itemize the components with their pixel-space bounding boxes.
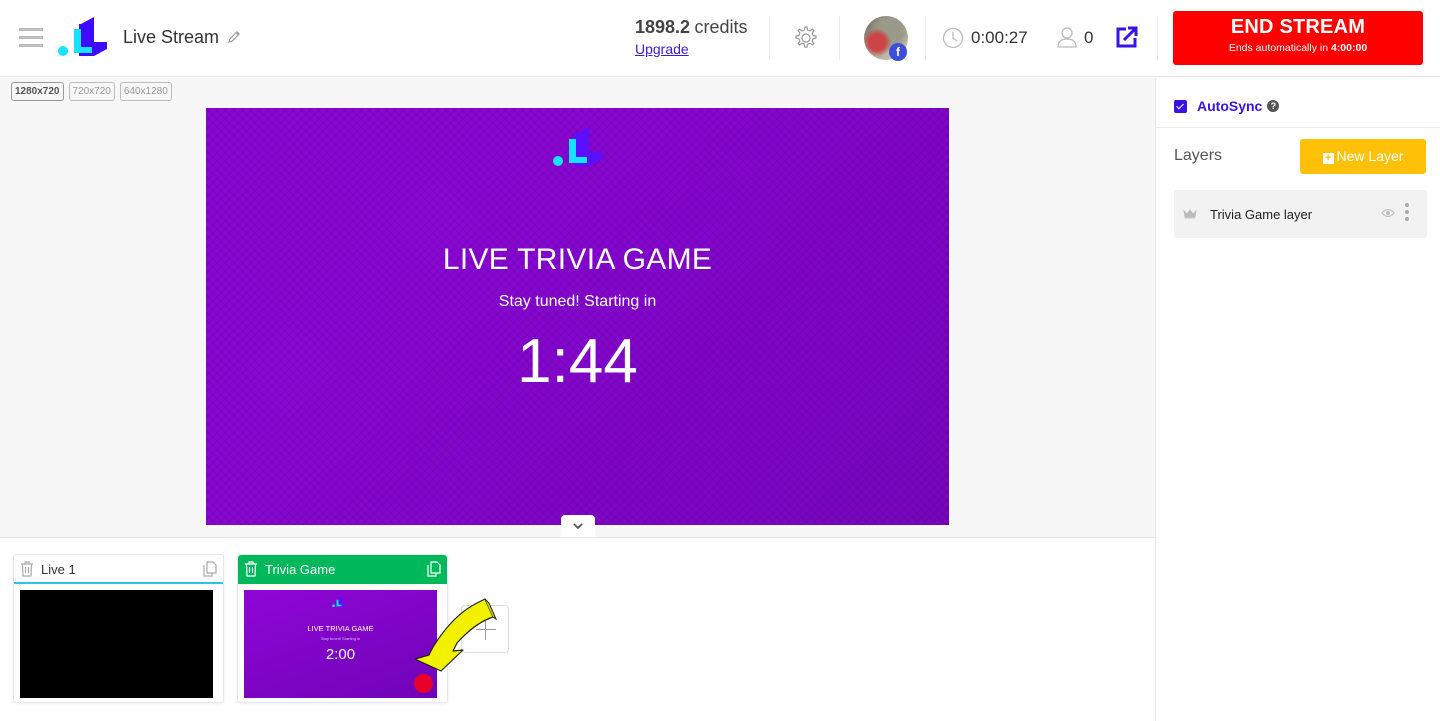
stream-canvas[interactable]: LIVE TRIVIA GAME Stay tuned! Starting in… xyxy=(206,108,949,525)
hamburger-menu-icon[interactable] xyxy=(19,28,43,48)
thumbnail-title: LIVE TRIVIA GAME xyxy=(307,624,374,633)
thumbnail-logo xyxy=(332,596,346,608)
canvas-subtitle: Stay tuned! Starting in xyxy=(498,293,657,310)
scene-thumbnail xyxy=(20,590,213,698)
layer-name: Trivia Game layer xyxy=(1210,207,1313,222)
thumbnail-subtitle: Stay tuned! Starting in xyxy=(320,636,361,641)
scene-card-trivia-game[interactable]: Trivia Game LIVE TRIVIA GAME Stay tuned!… xyxy=(237,554,448,703)
resolution-tabs: 1280x720 720x720 640x1280 xyxy=(11,82,172,101)
brand-logo[interactable] xyxy=(57,16,109,58)
gear-icon[interactable] xyxy=(791,24,819,52)
eye-icon[interactable] xyxy=(1381,208,1395,218)
copy-icon[interactable] xyxy=(203,561,217,577)
add-scene-button[interactable] xyxy=(461,605,509,653)
trash-icon[interactable] xyxy=(244,561,258,577)
scene-card-live-1[interactable]: Live 1 xyxy=(13,554,224,703)
scene-header: Trivia Game xyxy=(238,555,447,584)
new-layer-label: New Layer xyxy=(1336,148,1404,164)
resolution-tab-720x720[interactable]: 720x720 xyxy=(68,82,115,101)
divider xyxy=(769,16,770,60)
top-bar: Live Stream 1898.2 credits Upgrade f 0:0… xyxy=(0,0,1440,77)
pencil-icon[interactable] xyxy=(226,29,242,45)
credits-label: credits xyxy=(694,17,748,37)
elapsed-time: 0:00:27 xyxy=(971,28,1028,47)
end-stream-label: END STREAM xyxy=(1230,16,1366,38)
scene-name: Live 1 xyxy=(41,562,76,577)
live-indicator-dot xyxy=(414,674,433,693)
autosync-checkbox[interactable] xyxy=(1174,99,1187,113)
scene-thumbnail: LIVE TRIVIA GAME Stay tuned! Starting in… xyxy=(244,590,437,698)
autosync-toggle: AutoSync ? xyxy=(1174,98,1280,114)
clock-icon xyxy=(942,27,964,49)
upgrade-link[interactable]: Upgrade xyxy=(635,41,748,57)
plus-icon: + xyxy=(1322,153,1334,164)
chevron-down-icon xyxy=(573,523,583,530)
scene-header: Live 1 xyxy=(14,555,223,584)
end-stream-button[interactable]: END STREAM Ends automatically in 4:00:00 xyxy=(1173,11,1423,65)
help-icon[interactable]: ? xyxy=(1267,100,1280,112)
scenes-strip: Live 1 Trivia Game LIVE TRIVIA GAME Stay… xyxy=(0,537,1155,721)
divider xyxy=(925,16,926,60)
resolution-tab-640x1280[interactable]: 640x1280 xyxy=(119,82,172,101)
canvas-logo xyxy=(553,127,602,166)
viewer-count: 0 xyxy=(1084,28,1094,47)
canvas-title: LIVE TRIVIA GAME xyxy=(442,243,713,276)
divider xyxy=(1157,16,1158,60)
auto-end-prefix: Ends automatically in xyxy=(1228,42,1331,54)
trash-icon[interactable] xyxy=(20,561,34,577)
layers-heading: Layers xyxy=(1174,147,1223,164)
end-stream-subtext: Ends automatically in 4:00:00 xyxy=(1173,42,1423,54)
new-layer-button[interactable]: + New Layer xyxy=(1300,139,1426,174)
resolution-tab-1280x720[interactable]: 1280x720 xyxy=(11,82,64,101)
divider xyxy=(839,16,840,60)
auto-end-time: 4:00:00 xyxy=(1330,42,1368,54)
more-options-icon[interactable] xyxy=(1405,203,1409,223)
copy-icon[interactable] xyxy=(427,561,441,577)
layer-item[interactable]: Trivia Game layer xyxy=(1174,190,1427,238)
countdown-timer: 1:44 xyxy=(517,327,638,396)
credits-block: 1898.2 credits Upgrade xyxy=(635,17,748,57)
stream-title: Live Stream xyxy=(123,27,220,47)
external-link-icon[interactable] xyxy=(1115,25,1139,49)
scene-name: Trivia Game xyxy=(265,562,336,577)
credits-value: 1898.2 xyxy=(635,17,691,37)
viewers-icon xyxy=(1057,27,1077,48)
stage-area: 1280x720 720x720 640x1280 LIVE TRIVIA GA… xyxy=(0,78,1155,541)
divider xyxy=(1156,127,1440,128)
autosync-label[interactable]: AutoSync xyxy=(1197,98,1262,114)
thumbnail-countdown: 2:00 xyxy=(325,646,356,663)
crown-icon xyxy=(1183,209,1197,219)
facebook-icon: f xyxy=(889,43,907,61)
right-panel: AutoSync ? Layers + New Layer Trivia Game… xyxy=(1155,78,1440,721)
